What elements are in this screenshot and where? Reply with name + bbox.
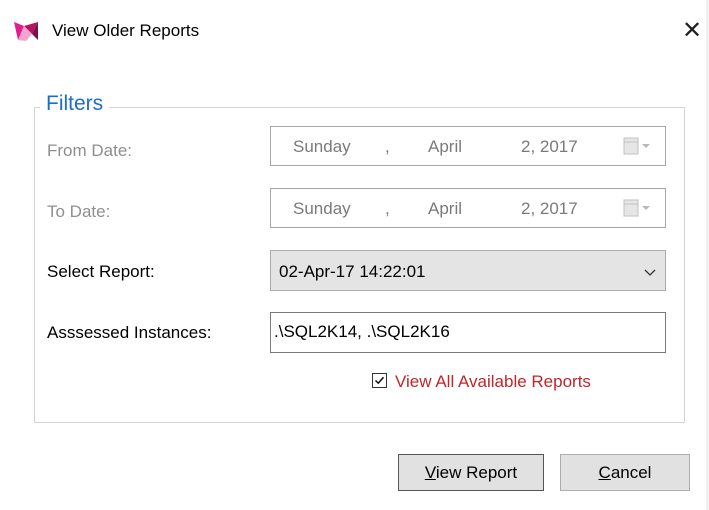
instances-input[interactable] [274,322,654,342]
view-all-reports-label[interactable]: View All Available Reports [395,372,591,392]
window-title: View Older Reports [52,21,200,40]
instances-label: Asssessed Instances: [47,323,212,342]
check-icon [374,376,385,385]
to-date-label: To Date: [47,202,111,221]
to-date-month[interactable]: April [428,199,462,219]
from-date-weekday[interactable]: Sunday [293,137,351,157]
from-date-sep: , [385,137,390,156]
view-report-mnemonic: V [424,463,436,482]
app-logo-icon [12,20,40,42]
chevron-down-icon[interactable] [643,264,657,284]
checkbox-box[interactable] [372,373,387,388]
view-report-label: iew Report [435,463,518,482]
calendar-dropdown-icon[interactable] [623,198,657,223]
select-report-value[interactable]: 02-Apr-17 14:22:01 [279,262,426,282]
view-report-button[interactable]: View Report [398,454,544,491]
from-date-picker[interactable]: Sunday , April 2, 2017 [270,126,666,166]
calendar-dropdown-icon[interactable] [623,136,657,161]
from-date-label: From Date: [47,141,133,160]
cancel-button[interactable]: Cancel [560,454,690,491]
cancel-label: ancel [610,463,652,482]
instances-field[interactable] [270,312,666,353]
filters-legend: Filters [40,92,110,116]
from-date-day-year[interactable]: 2, 2017 [521,137,578,157]
select-report-dropdown[interactable]: 02-Apr-17 14:22:01 [270,250,666,291]
close-button[interactable]: ✕ [676,14,708,48]
select-report-label: Select Report: [47,262,155,281]
close-icon[interactable]: ✕ [682,17,702,44]
cancel-mnemonic: C [598,463,611,482]
to-date-weekday[interactable]: Sunday [293,199,351,219]
to-date-sep: , [385,199,390,218]
to-date-picker[interactable]: Sunday , April 2, 2017 [270,188,666,228]
title-bar: View Older Reports ✕ [0,0,709,62]
to-date-day-year[interactable]: 2, 2017 [521,199,578,219]
from-date-month[interactable]: April [428,137,462,157]
